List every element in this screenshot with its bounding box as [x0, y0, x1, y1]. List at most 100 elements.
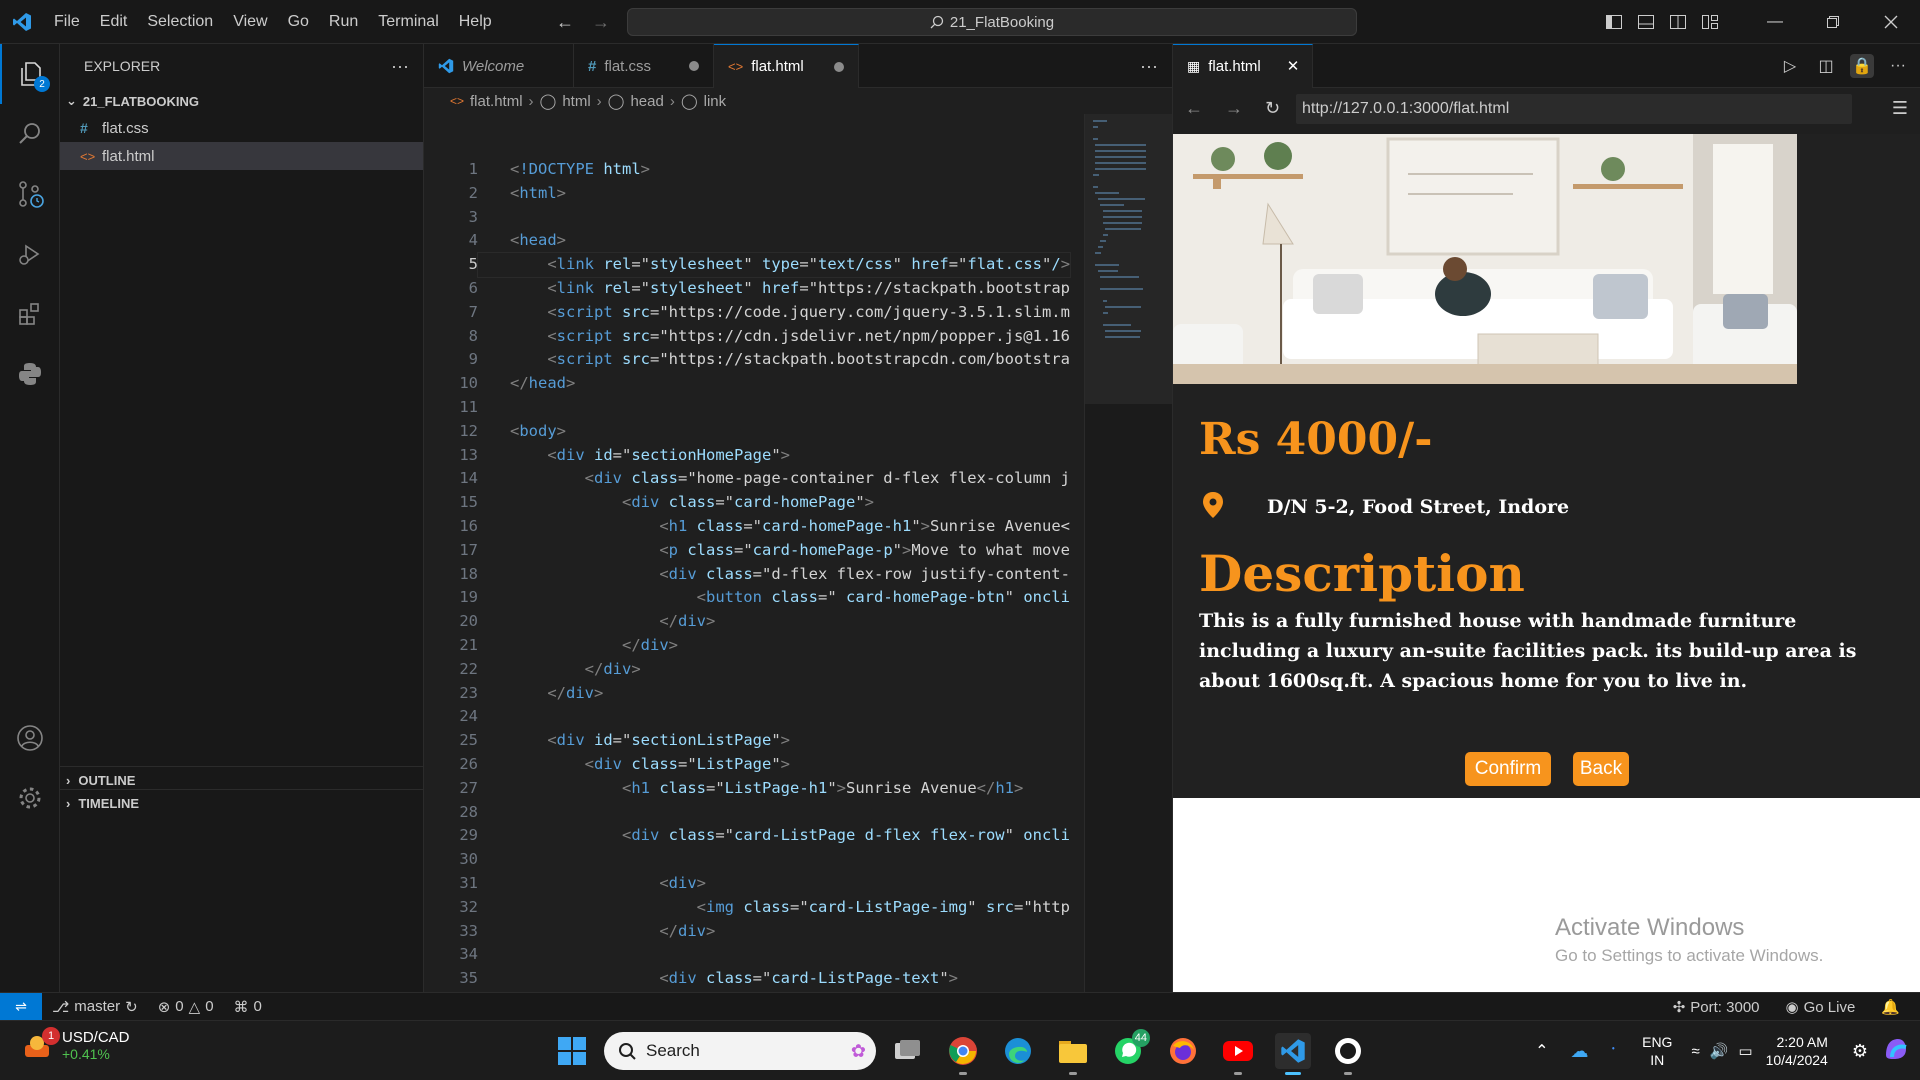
tab-flat-html[interactable]: <> flat.html — [714, 44, 859, 88]
code-line[interactable]: 11 — [424, 396, 1084, 420]
edge-icon[interactable] — [1000, 1033, 1036, 1069]
command-center-search[interactable]: 21_FlatBooking — [627, 8, 1357, 36]
menu-file[interactable]: File — [44, 0, 90, 44]
clock[interactable]: 2:20 AM 10/4/2024 — [1766, 1033, 1828, 1069]
widgets-ticker[interactable]: 1 USD/CAD +0.41% — [22, 1026, 130, 1062]
breadcrumb-item[interactable]: head — [630, 93, 663, 110]
code-line[interactable]: 20 </div> — [424, 610, 1084, 634]
forward-arrow-icon[interactable]: → — [592, 12, 610, 33]
notifications-bell-icon[interactable]: 🔔 — [1871, 998, 1910, 1016]
code-line[interactable]: 18 <div class="d-flex flex-row justify-c… — [424, 563, 1084, 587]
python-icon[interactable] — [0, 344, 60, 404]
code-line[interactable]: 31 <div> — [424, 872, 1084, 896]
code-line[interactable]: 35 <div class="card-ListPage-text"> — [424, 967, 1084, 991]
breadcrumb-item[interactable]: link — [704, 93, 727, 110]
more-actions-icon[interactable]: ··· — [1140, 44, 1158, 88]
code-line[interactable]: 30 — [424, 848, 1084, 872]
tab-flat-css[interactable]: # flat.css — [574, 44, 715, 88]
extensions-icon[interactable] — [0, 284, 60, 344]
notification-icon[interactable]: ⚙ — [1852, 1041, 1868, 1062]
windows-start-icon[interactable] — [554, 1033, 590, 1069]
code-line[interactable]: 28 — [424, 801, 1084, 825]
port-status[interactable]: ✣ Port: 3000 — [1663, 998, 1770, 1017]
wifi-icon[interactable]: ≈ — [1691, 1043, 1699, 1060]
code-line[interactable]: 15 <div class="card-homePage"> — [424, 491, 1084, 515]
code-line[interactable]: 7 <script src="https://code.jquery.com/j… — [424, 301, 1084, 325]
code-line[interactable]: 6 <link rel="stylesheet" href="https://s… — [424, 277, 1084, 301]
code-line[interactable]: 8 <script src="https://cdn.jsdelivr.net/… — [424, 325, 1084, 349]
reload-icon[interactable]: ↻ — [1265, 98, 1280, 119]
code-editor[interactable]: 1 <!DOCTYPE html> 2 <html> 3 4 <head> 5 <link r… — [424, 158, 1084, 992]
code-line[interactable]: 13 <div id="sectionHomePage"> — [424, 444, 1084, 468]
code-line[interactable]: 23 </div> — [424, 682, 1084, 706]
code-line[interactable]: 33 </div> — [424, 920, 1084, 944]
code-line[interactable]: 34 — [424, 943, 1084, 967]
customize-layout-icon[interactable] — [1694, 0, 1726, 44]
more-actions-icon[interactable]: ··· — [1886, 54, 1910, 78]
run-debug-icon[interactable] — [0, 224, 60, 284]
code-line[interactable]: 17 <p class="card-homePage-p">Move to wh… — [424, 539, 1084, 563]
menu-run[interactable]: Run — [319, 0, 368, 44]
copilot-icon[interactable] — [1882, 1035, 1910, 1067]
battery-icon[interactable]: ▭ — [1738, 1042, 1752, 1060]
explorer-icon[interactable]: 2 — [0, 44, 60, 104]
run-play-icon[interactable]: ▷ — [1778, 54, 1802, 78]
file-item-flat-html[interactable]: <> flat.html — [60, 142, 423, 170]
lock-icon[interactable]: 🔒 — [1850, 54, 1874, 78]
ports-status[interactable]: ⌘ 0 — [224, 998, 272, 1016]
menu-edit[interactable]: Edit — [90, 0, 138, 44]
problems-status[interactable]: ⊗ 0 △ 0 — [148, 998, 224, 1016]
code-line[interactable]: 21 </div> — [424, 634, 1084, 658]
taskbar-search[interactable]: Search ✿ — [604, 1032, 876, 1070]
split-editor-icon[interactable]: ◫ — [1814, 54, 1838, 78]
toggle-secondary-sidebar-icon[interactable] — [1662, 0, 1694, 44]
forward-arrow-icon[interactable]: → — [1225, 98, 1243, 119]
task-view-icon[interactable] — [890, 1033, 926, 1069]
branch-status[interactable]: ⎇ master ↻ — [42, 998, 148, 1016]
minimap[interactable] — [1084, 114, 1173, 992]
remote-indicator-icon[interactable]: ⇌ — [0, 992, 42, 1021]
language-indicator[interactable]: ENG IN — [1642, 1033, 1672, 1069]
url-input[interactable]: http://127.0.0.1:3000/flat.html — [1296, 94, 1852, 124]
settings-gear-icon[interactable] — [0, 768, 60, 828]
code-line[interactable]: 1 <!DOCTYPE html> — [424, 158, 1084, 182]
go-live-button[interactable]: ◉ Go Live — [1776, 998, 1866, 1017]
search-icon[interactable] — [0, 104, 60, 164]
breadcrumb-item[interactable]: flat.html — [470, 93, 523, 110]
code-line[interactable]: 4 <head> — [424, 229, 1084, 253]
file-explorer-icon[interactable] — [1055, 1033, 1091, 1075]
tab-preview-flat-html[interactable]: ▦ flat.html ✕ — [1173, 43, 1313, 88]
back-arrow-icon[interactable]: ← — [1185, 98, 1203, 119]
hamburger-menu-icon[interactable]: ☰ — [1892, 98, 1908, 119]
unsaved-dot-icon[interactable] — [833, 61, 844, 72]
menu-terminal[interactable]: Terminal — [368, 0, 448, 44]
close-icon[interactable] — [1862, 0, 1920, 44]
volume-icon[interactable]: 🔊 — [1710, 1042, 1729, 1060]
menu-help[interactable]: Help — [449, 0, 502, 44]
back-arrow-icon[interactable]: ← — [556, 12, 574, 33]
code-line[interactable]: 19 <button class=" card-homePage-btn" on… — [424, 586, 1084, 610]
code-line[interactable]: 12 <body> — [424, 420, 1084, 444]
code-line[interactable]: 27 <h1 class="ListPage-h1">Sunrise Avenu… — [424, 777, 1084, 801]
timeline-section[interactable]: › TIMELINE — [60, 789, 424, 817]
code-line[interactable]: 24 — [424, 705, 1084, 729]
menu-go[interactable]: Go — [278, 0, 319, 44]
close-icon[interactable]: ✕ — [1287, 57, 1300, 75]
back-button[interactable]: Back — [1573, 752, 1629, 786]
account-icon[interactable] — [0, 708, 60, 768]
breadcrumb-item[interactable]: html — [562, 93, 590, 110]
code-line[interactable]: 14 <div class="home-page-container d-fle… — [424, 467, 1084, 491]
toggle-sidebar-icon[interactable] — [1598, 0, 1630, 44]
workspace-folder[interactable]: ⌄ 21_FLATBOOKING — [60, 88, 423, 114]
code-line[interactable]: 32 <img class="card-ListPage-img" src="h… — [424, 896, 1084, 920]
file-item-flat-css[interactable]: # flat.css — [60, 114, 423, 142]
code-line[interactable]: 26 <div class="ListPage"> — [424, 753, 1084, 777]
toggle-panel-icon[interactable] — [1630, 0, 1662, 44]
menu-selection[interactable]: Selection — [137, 0, 223, 44]
code-line[interactable]: 9 <script src="https://stackpath.bootstr… — [424, 348, 1084, 372]
media-app-icon[interactable] — [1330, 1033, 1366, 1075]
unsaved-dot-icon[interactable] — [689, 61, 700, 71]
youtube-icon[interactable] — [1220, 1033, 1256, 1075]
code-line[interactable]: 29 <div class="card-ListPage d-flex flex… — [424, 824, 1084, 848]
chrome-icon[interactable] — [945, 1033, 981, 1075]
